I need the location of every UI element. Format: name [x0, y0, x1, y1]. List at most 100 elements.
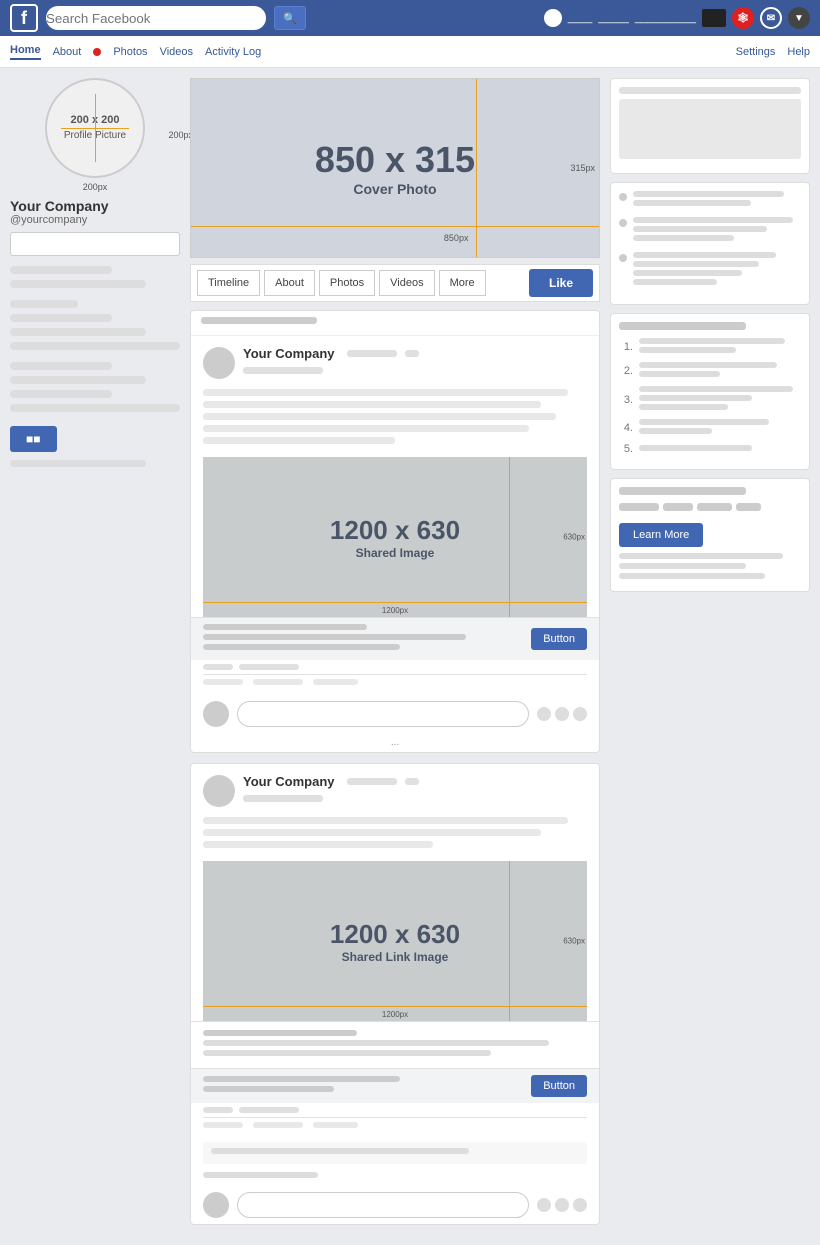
- cover-vertical-guideline: [476, 79, 477, 257]
- right-article-2-line3: [633, 235, 734, 241]
- sidebar-line-7: [10, 362, 112, 370]
- sec-nav-activity[interactable]: Activity Log: [205, 46, 261, 58]
- right-article-3-line4: [633, 279, 717, 285]
- right-article-3-line1: [633, 252, 776, 258]
- profile-search-input[interactable]: [10, 232, 180, 256]
- right-suggested-image: [619, 99, 801, 159]
- right-article-3-line3: [633, 270, 742, 276]
- post1-top-line: [201, 317, 317, 324]
- right-trending-1-line1: [639, 338, 785, 344]
- nav-notifications-badge[interactable]: 🕸: [732, 7, 754, 29]
- post2-hline: [203, 1006, 587, 1007]
- nav-home-icon[interactable]: [544, 9, 562, 27]
- post2-action-3[interactable]: [313, 1122, 358, 1128]
- post2-reaction-line2: [239, 1107, 299, 1113]
- post1-reactions: [191, 660, 599, 674]
- right-sponsored-dot2: [663, 503, 693, 511]
- right-trending-lines2: [639, 362, 801, 380]
- post1-comment-avatar: [203, 701, 229, 727]
- post2-shared-image: 1200 x 630 Shared Link Image 630px 1200p…: [203, 861, 587, 1021]
- right-trending-lines3: [639, 386, 801, 413]
- nav-search-input[interactable]: [46, 6, 266, 30]
- right-trending-3-line3: [639, 404, 728, 410]
- post2-link-info-line2: [203, 1040, 549, 1046]
- tab-about[interactable]: About: [264, 270, 315, 296]
- sidebar-line-8: [10, 376, 146, 384]
- post1-link-button[interactable]: Button: [531, 628, 587, 650]
- post2-comment-icon1[interactable]: [537, 1198, 551, 1212]
- post1-text-1: [203, 389, 568, 396]
- post2-link-info-line1: [203, 1030, 357, 1036]
- post-card-2: Your Company 1200 x 630 Shared L: [190, 763, 600, 1225]
- tab-videos[interactable]: Videos: [379, 270, 434, 296]
- post2-dim-1200: 1200px: [382, 1010, 408, 1019]
- tab-photos[interactable]: Photos: [319, 270, 375, 296]
- right-trending-title: [619, 322, 746, 330]
- sec-nav-videos[interactable]: Videos: [160, 46, 193, 58]
- right-sponsored-dot1: [619, 503, 659, 511]
- right-trending-5-line1: [639, 445, 752, 451]
- right-sponsored-line2: [619, 563, 746, 569]
- nav-account-icon[interactable]: ▼: [788, 7, 810, 29]
- sec-nav-photos[interactable]: Photos: [113, 46, 147, 58]
- page-tab-bar: Timeline About Photos Videos More Like: [190, 264, 600, 302]
- post1-action-2[interactable]: [253, 679, 303, 685]
- sidebar-line-1: [10, 266, 112, 274]
- right-sidebar: 1. 2. 3.: [610, 78, 810, 600]
- sidebar-action-button[interactable]: ■■: [10, 426, 57, 452]
- post2-link-info: [191, 1021, 599, 1068]
- nav-messages-badge[interactable]: ✉: [760, 7, 782, 29]
- right-card-suggested: [610, 78, 810, 174]
- nav-label-3: __________: [635, 12, 696, 24]
- right-trending-num5: 5.: [619, 443, 633, 455]
- post2-comment-avatar: [203, 1192, 229, 1218]
- sidebar-line-4: [10, 314, 112, 322]
- sec-nav-help[interactable]: Help: [787, 46, 810, 58]
- profile-handle: @yourcompany: [10, 214, 180, 226]
- sec-nav-home[interactable]: Home: [10, 44, 41, 60]
- right-article-2-dot: [619, 219, 627, 227]
- post2-comment-icon3[interactable]: [573, 1198, 587, 1212]
- post2-action-2[interactable]: [253, 1122, 303, 1128]
- sec-nav-about[interactable]: About: [53, 46, 82, 58]
- cover-850px-label: 850px: [444, 233, 469, 243]
- post2-text-lines: [191, 813, 599, 861]
- post1-comment-icon3[interactable]: [573, 707, 587, 721]
- post1-text-4: [203, 425, 529, 432]
- post1-action-3[interactable]: [313, 679, 358, 685]
- post2-link-lines: [203, 1076, 531, 1096]
- nav-rect-icon[interactable]: [702, 9, 726, 27]
- right-sponsored-dot3: [697, 503, 732, 511]
- right-sponsored-cta-button[interactable]: Learn More: [619, 523, 703, 547]
- post1-comment-icon1[interactable]: [537, 707, 551, 721]
- right-article-2-lines: [633, 217, 801, 244]
- post2-meta-dot: [405, 778, 419, 785]
- left-sidebar: 200 x 200 Profile Picture 200px 200px Yo…: [10, 78, 180, 471]
- post1-link-line1: [203, 624, 367, 630]
- post1-meta-line1: [347, 350, 397, 357]
- right-trending-5: 5.: [619, 443, 801, 455]
- post2-comment-icon2[interactable]: [555, 1198, 569, 1212]
- right-trending-2-line2: [639, 371, 720, 377]
- post1-comment-input[interactable]: [237, 701, 529, 727]
- right-trending-3-line1: [639, 386, 793, 392]
- post2-meta-line2: [243, 795, 323, 802]
- nav-search-button[interactable]: 🔍: [274, 6, 306, 30]
- right-trending-num2: 2.: [619, 365, 633, 377]
- sec-nav-settings[interactable]: Settings: [736, 46, 776, 58]
- cover-315px-label: 315px: [570, 163, 595, 173]
- post1-action-1[interactable]: [203, 679, 243, 685]
- nav-label-2: _____: [598, 12, 629, 24]
- post2-comment-highlight: [203, 1142, 587, 1164]
- page-like-button[interactable]: Like: [529, 269, 593, 297]
- tab-more[interactable]: More: [439, 270, 486, 296]
- right-article-2: [619, 217, 801, 244]
- tab-timeline[interactable]: Timeline: [197, 270, 260, 296]
- sidebar-line-2: [10, 280, 146, 288]
- post2-link-button[interactable]: Button: [531, 1075, 587, 1097]
- post1-comment-icon2[interactable]: [555, 707, 569, 721]
- top-navigation: f 🔍 ____ _____ __________ 🕸 ✉ ▼: [0, 0, 820, 36]
- post2-action-1[interactable]: [203, 1122, 243, 1128]
- post1-shared-image: 1200 x 630 Shared Image 630px 1200px: [203, 457, 587, 617]
- post2-comment-input[interactable]: [237, 1192, 529, 1218]
